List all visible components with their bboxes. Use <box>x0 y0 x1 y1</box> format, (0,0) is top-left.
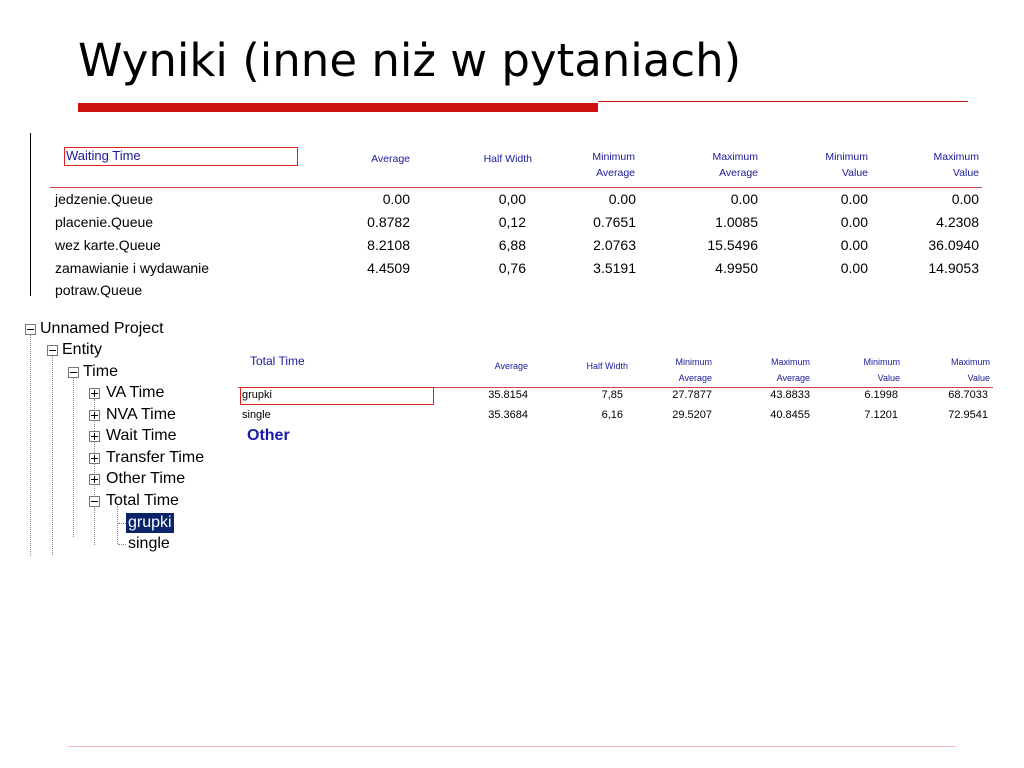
header-minimum-value: Minimum Value <box>825 151 868 179</box>
tree-connector <box>118 544 126 545</box>
row-name: wez karte.Queue <box>55 237 161 253</box>
table-row: single 35.3684 6,16 29.5207 40.8455 7.12… <box>238 406 993 424</box>
row-name: jedzenie.Queue <box>55 191 154 207</box>
header-half-width: Half Width <box>483 153 532 165</box>
cell-half-width: 6,88 <box>498 237 526 253</box>
cell-min-average: 2.0763 <box>593 237 636 253</box>
row-name: single <box>242 409 271 421</box>
tree-node-label: Unnamed Project <box>40 320 164 337</box>
expand-icon[interactable] <box>89 388 100 399</box>
cell-min-value: 6.1998 <box>864 389 898 401</box>
cell-max-value: 4.2308 <box>936 214 979 230</box>
cell-average: 4.4509 <box>367 260 410 276</box>
cell-max-value: 36.0940 <box>928 237 979 253</box>
cell-max-average: 4.9950 <box>715 260 758 276</box>
header-average: Average <box>494 361 528 371</box>
tree-node-label: Entity <box>62 341 103 358</box>
expand-icon[interactable] <box>89 474 100 485</box>
cell-average: 35.8154 <box>488 389 528 401</box>
cell-min-average: 29.5207 <box>672 409 712 421</box>
tree-node-label: VA Time <box>106 384 165 401</box>
header-minimum-average: Minimum Average <box>675 357 712 383</box>
row-name: placenie.Queue <box>55 214 154 230</box>
cell-min-average: 0.00 <box>608 191 636 207</box>
title-underline-thin <box>598 101 968 102</box>
expand-icon[interactable] <box>89 431 100 442</box>
footer-rule <box>68 746 956 747</box>
header-average: Average <box>371 153 410 165</box>
cell-min-average: 27.7877 <box>672 389 712 401</box>
cell-max-value: 68.7033 <box>948 389 988 401</box>
collapse-icon[interactable] <box>68 367 79 378</box>
cell-half-width: 0,12 <box>498 214 526 230</box>
collapse-icon[interactable] <box>89 496 100 507</box>
cell-max-average: 15.5496 <box>707 237 758 253</box>
cell-average: 0.8782 <box>367 214 410 230</box>
row-name-continued: potraw.Queue <box>55 282 143 298</box>
expand-icon[interactable] <box>89 410 100 421</box>
cell-max-average: 43.8833 <box>770 389 810 401</box>
waiting-time-title: Waiting Time <box>66 148 141 163</box>
table-row: jedzenie.Queue 0.00 0,00 0.00 0.00 0.00 … <box>50 188 985 210</box>
cell-half-width: 0,00 <box>498 191 526 207</box>
tree-connector <box>118 523 126 524</box>
slide-title: Wyniki (inne niż w pytaniach) <box>78 34 742 87</box>
cell-max-average: 0.00 <box>730 191 758 207</box>
table-row: wez karte.Queue 8.2108 6,88 2.0763 15.54… <box>50 234 985 256</box>
cell-max-average: 1.0085 <box>715 214 758 230</box>
cell-half-width: 0,76 <box>498 260 526 276</box>
header-maximum-average: Maximum Average <box>712 151 758 179</box>
other-label: Other <box>247 427 290 444</box>
tree-node-label: Wait Time <box>106 427 177 444</box>
title-underline-red <box>78 103 598 112</box>
cell-max-value: 14.9053 <box>928 260 979 276</box>
header-maximum-average: Maximum Average <box>770 357 810 383</box>
table-row: zamawianie i wydawanie potraw.Queue 4.45… <box>50 257 985 301</box>
header-maximum-value: Maximum Value <box>933 151 979 179</box>
total-time-title: Total Time <box>250 354 305 368</box>
tree-node-label: NVA Time <box>106 406 176 423</box>
tree-node-label-selected: grupki <box>126 513 174 533</box>
cell-average: 0.00 <box>382 191 410 207</box>
tree-connector <box>52 355 53 555</box>
row-name: grupki <box>242 389 272 401</box>
cell-max-value: 0.00 <box>951 191 979 207</box>
header-minimum-value: Minimum Value <box>863 357 900 383</box>
cell-half-width: 6,16 <box>601 409 623 421</box>
tree-connector <box>73 377 74 537</box>
tree-node-label: Time <box>83 363 118 380</box>
header-half-width: Half Width <box>586 361 628 371</box>
left-border-line <box>30 133 31 296</box>
cell-min-value: 0.00 <box>840 191 868 207</box>
cell-min-value: 0.00 <box>840 214 868 230</box>
tree-node-label: Transfer Time <box>106 449 205 466</box>
row-name: zamawianie i wydawanie <box>55 260 210 276</box>
table-row: grupki 35.8154 7,85 27.7877 43.8833 6.19… <box>238 386 993 404</box>
collapse-icon[interactable] <box>47 345 58 356</box>
tree-connector <box>117 506 118 544</box>
tree-node-label: Total Time <box>106 492 179 509</box>
expand-icon[interactable] <box>89 453 100 464</box>
tree-connector <box>30 334 31 556</box>
cell-min-value: 0.00 <box>840 260 868 276</box>
cell-max-value: 72.9541 <box>948 409 988 421</box>
cell-min-average: 3.5191 <box>593 260 636 276</box>
cell-average: 8.2108 <box>367 237 410 253</box>
cell-min-value: 0.00 <box>840 237 868 253</box>
cell-min-value: 7.1201 <box>864 409 898 421</box>
tree-node-label: single <box>128 535 170 552</box>
collapse-icon[interactable] <box>25 324 36 335</box>
cell-min-average: 0.7651 <box>593 214 636 230</box>
tree-node-label: Other Time <box>106 470 186 487</box>
header-maximum-value: Maximum Value <box>950 357 990 383</box>
header-minimum-average: Minimum Average <box>592 151 635 179</box>
cell-half-width: 7,85 <box>601 389 623 401</box>
cell-max-average: 40.8455 <box>770 409 810 421</box>
table-row: placenie.Queue 0.8782 0,12 0.7651 1.0085… <box>50 211 985 233</box>
cell-average: 35.3684 <box>488 409 528 421</box>
